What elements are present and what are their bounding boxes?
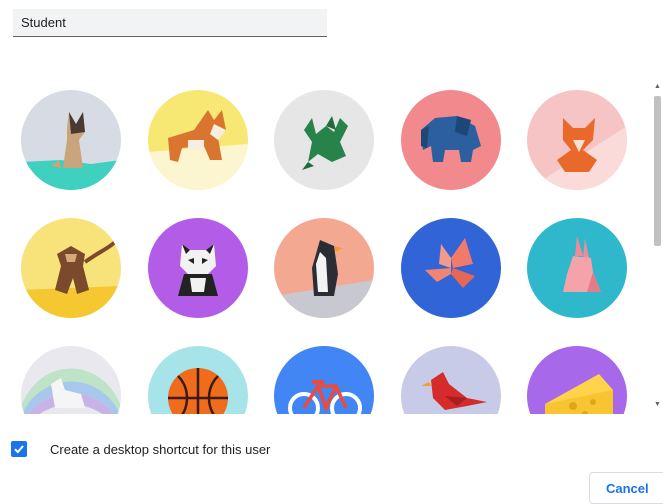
avatar-origami-elephant[interactable] (401, 90, 501, 190)
desktop-shortcut-label: Create a desktop shortcut for this user (50, 441, 271, 457)
avatar-origami-panda[interactable] (148, 218, 248, 318)
avatar-cheese[interactable] (527, 346, 627, 414)
avatar-basketball[interactable] (148, 346, 248, 414)
avatar-origami-corgi[interactable] (148, 90, 248, 190)
profile-name-field[interactable] (13, 9, 327, 37)
avatar-origami-fox[interactable] (527, 90, 627, 190)
avatar-origami-butterfly[interactable] (401, 218, 501, 318)
scroll-up-arrow-icon[interactable]: ▲ (652, 80, 663, 94)
scroll-down-arrow-icon[interactable]: ▼ (652, 398, 663, 412)
desktop-shortcut-option[interactable]: Create a desktop shortcut for this user (11, 439, 270, 459)
avatar-origami-penguin[interactable] (274, 218, 374, 318)
desktop-shortcut-checkbox[interactable] (11, 441, 27, 457)
avatar-bike[interactable] (274, 346, 374, 414)
profile-name-input[interactable] (13, 9, 327, 36)
avatar-origami-monkey[interactable] (21, 218, 121, 318)
avatar-origami-dragon[interactable] (274, 90, 374, 190)
avatar-origami-cat[interactable] (21, 90, 121, 190)
avatar-origami-bird[interactable] (401, 346, 501, 414)
avatar-grid (0, 78, 650, 414)
checkmark-icon (14, 445, 24, 454)
avatar-origami-unicorn[interactable] (21, 346, 121, 414)
cancel-button[interactable]: Cancel (589, 472, 663, 504)
avatar-origami-rabbit[interactable] (527, 218, 627, 318)
scroll-thumb[interactable] (654, 96, 661, 246)
avatar-scrollbar[interactable]: ▲ ▼ (652, 80, 663, 413)
